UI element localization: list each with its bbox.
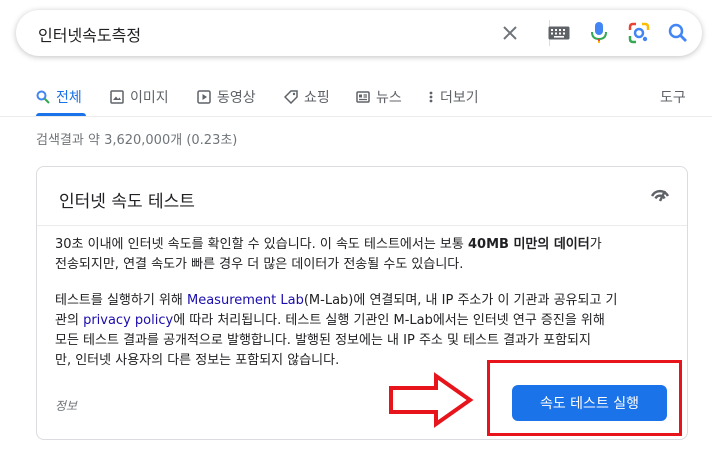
result-stats: 검색결과 약 3,620,000개 (0.23초)	[36, 133, 238, 148]
notice-text: 테스트를 실행하기 위해	[55, 293, 187, 308]
google-lens-icon[interactable]	[627, 21, 651, 45]
annotation-arrow-icon	[389, 372, 474, 428]
tabs-divider	[0, 116, 712, 117]
tab-videos[interactable]: 동영상	[197, 82, 256, 112]
info-link[interactable]: 정보	[55, 397, 77, 414]
search-input[interactable]: 인터넷속도측정	[38, 22, 141, 46]
tab-images[interactable]: 이미지	[110, 82, 169, 112]
measurement-lab-link[interactable]: Measurement Lab	[187, 293, 304, 308]
privacy-policy-link[interactable]: privacy policy	[83, 313, 173, 328]
tools-button[interactable]: 도구	[660, 82, 686, 112]
notice-text: (M-Lab)에 연결되며, 내 IP 주소가 이 기관과 공유되고 기	[303, 293, 618, 308]
notice-text: 모든 테스트 결과를 공개적으로 발행합니다. 발행된 정보에는 내 IP 주소…	[55, 333, 591, 348]
search-bar[interactable]: 인터넷속도측정	[16, 10, 702, 56]
news-icon	[356, 91, 370, 103]
tab-shopping-label: 쇼핑	[304, 90, 330, 106]
card-divider	[37, 225, 687, 226]
tab-shopping[interactable]: 쇼핑	[284, 82, 330, 112]
tag-icon	[284, 90, 298, 104]
description-text: 전송되지만, 연결 속도가 빠른 경우 더 많은 데이터가 전송될 수도 있습니…	[55, 257, 464, 272]
speed-test-description: 30초 이내에 인터넷 속도를 확인할 수 있습니다. 이 속도 테스트에서는 …	[55, 235, 671, 275]
notice-text: 만, 인터넷 사용자의 다른 정보는 포함되지 않습니다.	[55, 353, 340, 368]
image-icon	[110, 90, 124, 104]
description-text: 30초 이내에 인터넷 속도를 확인할 수 있습니다. 이 속도 테스트에서는 …	[55, 237, 468, 252]
search-tabs: 전체 이미지 동영상 쇼핑 뉴스 더보기 도구	[0, 82, 712, 112]
tools-label: 도구	[660, 90, 686, 106]
keyboard-icon[interactable]	[547, 21, 571, 45]
annotation-highlight-box	[487, 360, 682, 436]
speed-gauge-icon	[650, 189, 670, 202]
tab-news[interactable]: 뉴스	[356, 82, 402, 112]
tab-more-label: 더보기	[440, 90, 479, 106]
description-text: 가	[589, 237, 602, 252]
tab-images-label: 이미지	[130, 90, 169, 106]
more-vert-icon	[429, 91, 433, 103]
search-icon[interactable]	[666, 21, 690, 45]
tab-all-label: 전체	[56, 90, 82, 106]
notice-text: 관의	[55, 313, 84, 328]
video-icon	[197, 90, 211, 104]
notice-text: 에 따라 처리됩니다. 테스트 실행 기관인 M-Lab에서는 인터넷 연구 증…	[173, 313, 605, 328]
card-title: 인터넷 속도 테스트	[59, 192, 195, 212]
tab-videos-label: 동영상	[217, 90, 256, 106]
tab-news-label: 뉴스	[376, 90, 402, 106]
tab-more[interactable]: 더보기	[428, 82, 479, 112]
tab-all[interactable]: 전체	[36, 82, 82, 112]
search-icon	[36, 90, 50, 104]
privacy-notice: 테스트를 실행하기 위해 Measurement Lab(M-Lab)에 연결되…	[55, 291, 671, 371]
close-icon[interactable]	[498, 21, 522, 45]
data-size-text: 40MB 미만의 데이터	[467, 237, 590, 252]
mic-icon[interactable]	[587, 21, 611, 45]
